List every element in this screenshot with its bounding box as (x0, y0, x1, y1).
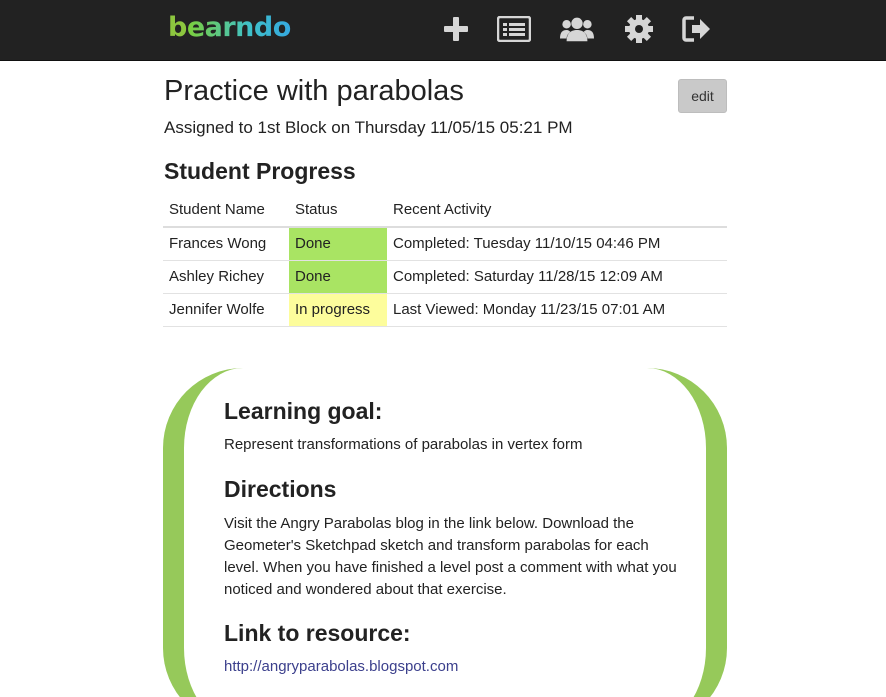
status-badge: In progress (289, 293, 387, 327)
table-row: Ashley Richey Done Completed: Saturday 1… (163, 260, 727, 294)
column-header-status: Status (289, 193, 387, 228)
resource-link[interactable]: http://angryparabolas.blogspot.com (224, 658, 458, 675)
student-progress-heading: Student Progress (164, 158, 356, 184)
add-icon[interactable] (439, 12, 473, 46)
column-header-activity: Recent Activity (387, 193, 727, 228)
status-badge: Done (289, 227, 387, 261)
recent-activity: Completed: Saturday 11/28/15 12:09 AM (387, 260, 727, 294)
recent-activity: Last Viewed: Monday 11/23/15 07:01 AM (387, 293, 727, 327)
learndo-logo[interactable]: bearndo (168, 10, 291, 46)
settings-icon[interactable] (622, 12, 656, 46)
logo-letter: b (168, 12, 187, 43)
student-name: Ashley Richey (163, 260, 289, 294)
column-header-name: Student Name (163, 193, 289, 228)
edit-button[interactable]: edit (678, 79, 727, 113)
table-header-row: Student Name Status Recent Activity (163, 193, 727, 228)
page-title: Practice with parabolas (164, 75, 464, 107)
learning-goal-heading: Learning goal: (224, 398, 383, 424)
recent-activity: Completed: Tuesday 11/10/15 04:46 PM (387, 227, 727, 261)
users-icon[interactable] (560, 12, 594, 46)
learning-goal-text: Represent transformations of parabolas i… (224, 436, 583, 453)
directions-heading: Directions (224, 476, 337, 502)
top-navbar: bearndo (0, 0, 886, 61)
logo-text: earndo (186, 12, 291, 43)
table-row: Jennifer Wolfe In progress Last Viewed: … (163, 293, 727, 327)
assigned-info: Assigned to 1st Block on Thursday 11/05/… (164, 118, 573, 137)
student-name: Jennifer Wolfe (163, 293, 289, 327)
list-icon[interactable] (497, 12, 531, 46)
status-badge: Done (289, 260, 387, 294)
student-progress-table: Student Name Status Recent Activity Fran… (163, 193, 727, 327)
directions-text: Visit the Angry Parabolas blog in the li… (224, 515, 677, 598)
table-row: Frances Wong Done Completed: Tuesday 11/… (163, 227, 727, 261)
student-name: Frances Wong (163, 227, 289, 261)
logout-icon[interactable] (680, 12, 714, 46)
resource-link-heading: Link to resource: (224, 620, 411, 646)
